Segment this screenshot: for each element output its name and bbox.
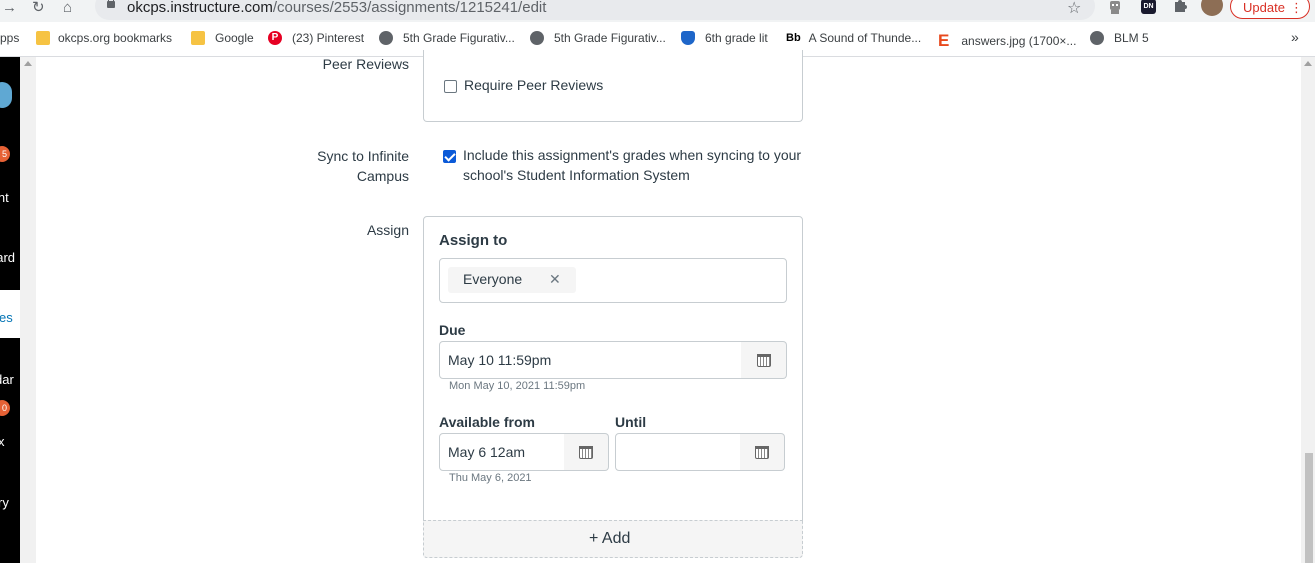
sync-label-line1: Sync to Infinite bbox=[317, 148, 409, 164]
bookmark-pinterest[interactable]: P (23) Pinterest bbox=[268, 31, 364, 45]
more-vertical-icon: ⋮ bbox=[1290, 0, 1303, 15]
calendar-icon bbox=[757, 354, 771, 367]
due-date-hint: Mon May 10, 2021 11:59pm bbox=[449, 380, 586, 392]
shield-icon bbox=[681, 31, 695, 45]
add-assignment-override-button[interactable]: + Add bbox=[423, 520, 803, 558]
available-from-hint: Thu May 6, 2021 bbox=[449, 472, 532, 484]
lock-icon[interactable] bbox=[107, 0, 115, 8]
global-navigation: 5 nt oard es dar 0 x ry bbox=[0, 57, 20, 563]
pinterest-icon: P bbox=[268, 31, 282, 45]
robot-extension-icon[interactable] bbox=[1108, 0, 1122, 15]
nav-badge-inbox: 0 bbox=[0, 400, 10, 416]
bookmark-google-folder[interactable]: Google bbox=[191, 31, 254, 45]
url-text[interactable]: okcps.instructure.com/courses/2553/assig… bbox=[127, 0, 546, 16]
until-picker-button[interactable] bbox=[740, 433, 785, 471]
assign-label: Assign bbox=[366, 222, 409, 238]
reload-icon[interactable]: ↻ bbox=[32, 0, 45, 16]
browser-toolbar: → ↻ ⌂ okcps.instructure.com/courses/2553… bbox=[0, 0, 1315, 22]
due-date-input[interactable]: May 10 11:59pm bbox=[439, 341, 742, 379]
nav-badge: 5 bbox=[0, 146, 10, 162]
home-icon[interactable]: ⌂ bbox=[63, 0, 72, 16]
nav-item-dashboard[interactable]: oard bbox=[0, 250, 15, 265]
require-peer-reviews-label[interactable]: Require Peer Reviews bbox=[464, 75, 603, 95]
nav-item-history[interactable]: ry bbox=[0, 495, 9, 510]
due-date-picker-button[interactable] bbox=[741, 341, 787, 379]
scroll-up-icon[interactable] bbox=[24, 61, 32, 66]
bookmark-figurative-1[interactable]: 5th Grade Figurativ... bbox=[379, 31, 515, 45]
forward-arrow-icon[interactable]: → bbox=[2, 0, 17, 16]
available-from-picker-button[interactable] bbox=[564, 433, 609, 471]
peer-reviews-label: Peer Reviews bbox=[322, 56, 409, 72]
bookmark-answers-jpg[interactable]: E answers.jpg (1700×... bbox=[938, 31, 1076, 51]
available-from-input[interactable]: May 6 12am bbox=[439, 433, 565, 471]
left-scrollbar[interactable] bbox=[20, 57, 36, 563]
bookmark-okcps-folder[interactable]: okcps.org bookmarks bbox=[36, 31, 172, 45]
due-label: Due bbox=[439, 322, 466, 338]
bookmark-6th-grade-lit[interactable]: 6th grade lit bbox=[681, 31, 768, 45]
nav-item-calendar[interactable]: dar bbox=[0, 372, 14, 387]
bookmark-sound-of-thunder[interactable]: Bb A Sound of Thunde... bbox=[786, 31, 921, 45]
until-input[interactable] bbox=[615, 433, 741, 471]
e-icon: E bbox=[938, 31, 950, 50]
bookmarks-overflow-button[interactable]: » bbox=[1291, 29, 1299, 45]
require-peer-reviews-checkbox[interactable] bbox=[444, 80, 457, 93]
bookmark-star-icon[interactable]: ☆ bbox=[1067, 0, 1081, 18]
bookmark-figurative-2[interactable]: 5th Grade Figurativ... bbox=[530, 31, 666, 45]
dn-extension-icon[interactable]: DN bbox=[1141, 0, 1156, 14]
calendar-icon bbox=[579, 446, 593, 459]
bookmark-apps[interactable]: pps bbox=[0, 31, 19, 45]
calendar-icon bbox=[755, 446, 769, 459]
canvas-logo-icon bbox=[0, 82, 12, 108]
sync-option-line2[interactable]: school's Student Information System bbox=[463, 165, 690, 185]
bb-icon: Bb bbox=[786, 32, 801, 44]
bookmark-blm5[interactable]: BLM 5 bbox=[1090, 31, 1149, 45]
assign-to-heading: Assign to bbox=[439, 232, 508, 249]
profile-avatar[interactable] bbox=[1201, 0, 1223, 16]
folder-icon bbox=[36, 31, 50, 45]
scroll-up-icon[interactable] bbox=[1304, 61, 1312, 66]
assignee-token-label: Everyone bbox=[463, 271, 523, 287]
remove-assignee-icon[interactable]: ✕ bbox=[549, 269, 561, 289]
sync-label-line2: Campus bbox=[356, 168, 409, 184]
until-label: Until bbox=[615, 414, 647, 430]
sync-option-line1[interactable]: Include this assignment's grades when sy… bbox=[463, 145, 801, 165]
folder-icon bbox=[191, 31, 205, 45]
nav-item-inbox[interactable]: x bbox=[0, 434, 5, 449]
nav-item-account[interactable]: nt bbox=[0, 190, 9, 205]
add-label: + Add bbox=[589, 530, 631, 547]
sync-grades-checkbox[interactable] bbox=[443, 150, 456, 163]
update-button[interactable]: Update ⋮ bbox=[1230, 0, 1310, 19]
available-from-label: Available from bbox=[439, 414, 535, 430]
globe-icon bbox=[530, 31, 544, 45]
globe-icon bbox=[1090, 31, 1104, 45]
nav-item-courses-selected[interactable]: es bbox=[0, 290, 20, 338]
scrollbar-thumb[interactable] bbox=[1305, 453, 1313, 563]
globe-icon bbox=[379, 31, 393, 45]
puzzle-extensions-icon[interactable] bbox=[1172, 0, 1188, 19]
